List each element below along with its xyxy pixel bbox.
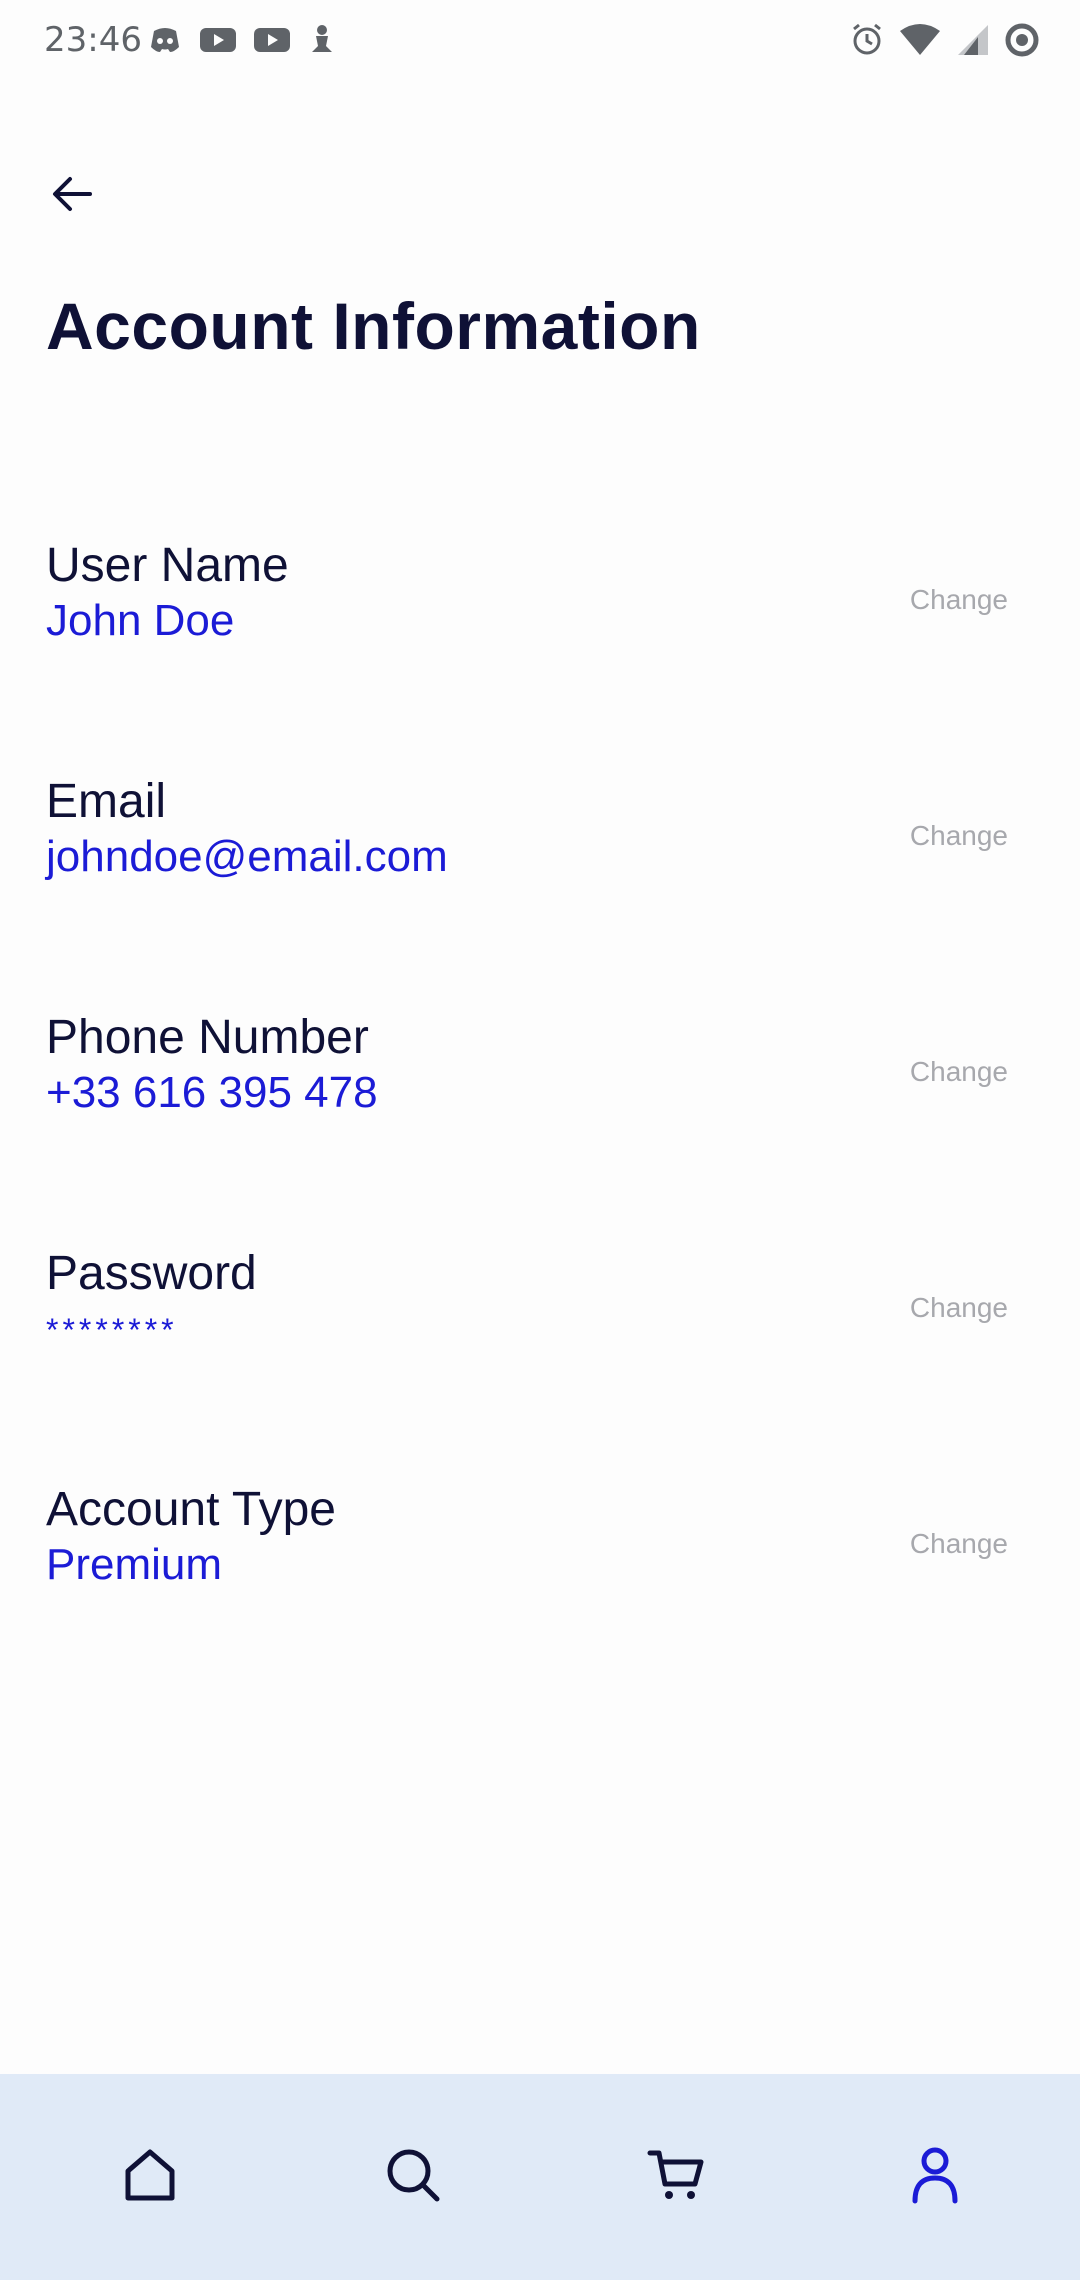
- email-row: Email johndoe@email.com Change: [0, 774, 1080, 934]
- wifi-icon: [898, 23, 942, 62]
- field-label: Email: [46, 775, 167, 828]
- sync-icon: [1004, 22, 1040, 63]
- search-icon: [384, 2146, 442, 2209]
- status-time: 23:46: [44, 20, 142, 60]
- home-icon: [122, 2147, 178, 2208]
- nav-search[interactable]: [278, 2074, 548, 2280]
- change-phone-number-button[interactable]: Change: [910, 1056, 1008, 1088]
- phone-number-value: +33 616 395 478: [46, 1068, 378, 1117]
- alarm-icon: [850, 23, 884, 62]
- change-password-button[interactable]: Change: [910, 1292, 1008, 1324]
- password-value: ********: [46, 1312, 178, 1348]
- field-label: Password: [46, 1247, 257, 1300]
- change-user-name-button[interactable]: Change: [910, 584, 1008, 616]
- status-bar: 23:46: [0, 0, 1080, 80]
- profile-icon: [910, 2146, 960, 2209]
- back-button[interactable]: [36, 160, 108, 232]
- phone-number-row: Phone Number +33 616 395 478 Change: [0, 1010, 1080, 1170]
- status-system-icons: [850, 22, 1040, 63]
- change-account-type-button[interactable]: Change: [910, 1528, 1008, 1560]
- app-notification-icon: [308, 24, 336, 61]
- youtube-icon: [254, 26, 290, 59]
- account-type-row: Account Type Premium Change: [0, 1482, 1080, 1642]
- page-title: Account Information: [46, 289, 701, 363]
- field-label: Phone Number: [46, 1011, 369, 1064]
- password-row: Password ******** Change: [0, 1246, 1080, 1406]
- user-name-row: User Name John Doe Change: [0, 538, 1080, 698]
- field-label: Account Type: [46, 1483, 336, 1536]
- account-type-value: Premium: [46, 1540, 223, 1589]
- nav-profile[interactable]: [800, 2074, 1070, 2280]
- bottom-navigation: [0, 2074, 1080, 2280]
- change-email-button[interactable]: Change: [910, 820, 1008, 852]
- signal-icon: [956, 23, 990, 62]
- cart-icon: [647, 2148, 705, 2207]
- arrow-left-icon: [50, 174, 94, 219]
- nav-home[interactable]: [15, 2074, 285, 2280]
- status-notification-icons: [148, 24, 336, 61]
- nav-cart[interactable]: [541, 2074, 811, 2280]
- youtube-icon: [200, 26, 236, 59]
- discord-icon: [148, 25, 182, 60]
- email-value: johndoe@email.com: [46, 832, 448, 881]
- field-label: User Name: [46, 539, 289, 592]
- user-name-value: John Doe: [46, 596, 235, 645]
